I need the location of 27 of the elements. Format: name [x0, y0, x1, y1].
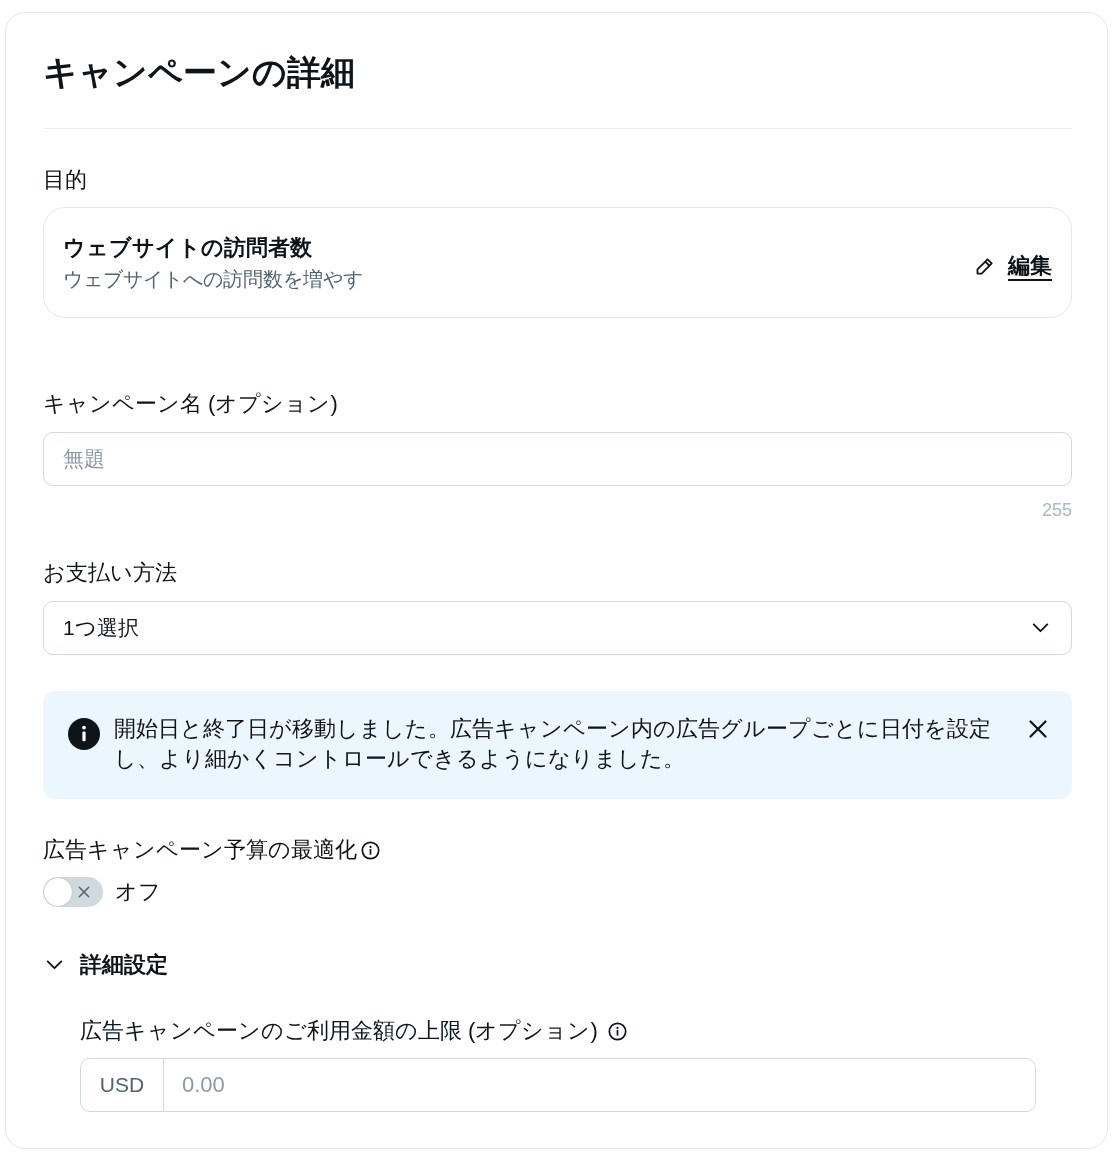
- payment-method-select[interactable]: 1つ選択: [43, 601, 1072, 655]
- character-counter: 255: [1040, 499, 1072, 522]
- field-label: 広告キャンペーン予算の最適化: [43, 836, 357, 864]
- edit-button[interactable]: 編集: [975, 251, 1052, 281]
- pencil-icon: [975, 256, 994, 276]
- field-label: キャンペーン名 (オプション): [43, 390, 339, 418]
- toggle-knob: [44, 878, 72, 906]
- info-icon: [68, 718, 100, 750]
- field-label: 目的: [43, 166, 88, 194]
- close-button[interactable]: [1029, 720, 1047, 738]
- toggle-switch[interactable]: [43, 877, 103, 907]
- advanced-settings-toggle[interactable]: 詳細設定: [43, 950, 168, 980]
- notice-text: 開始日と終了日が移動しました。広告キャンペーン内の広告グループごとに日付を設定し、より細かくコントロールできるようになりました。: [114, 715, 992, 773]
- cross-icon: [78, 886, 90, 898]
- field-label: お支払い方法: [43, 559, 178, 587]
- close-icon: [1029, 720, 1047, 738]
- field-label: 広告キャンペーンのご利用金額の上限 (オプション): [80, 1017, 598, 1045]
- spending-limit-field[interactable]: USD 0.00: [80, 1058, 1036, 1112]
- toggle-state-label: オフ: [115, 878, 161, 906]
- chevron-icon: [1032, 623, 1049, 633]
- chevron-icon: [46, 960, 63, 970]
- campaign-name-input[interactable]: 無題: [43, 432, 1072, 486]
- info-icon: [607, 1021, 627, 1041]
- info-icon: [361, 840, 380, 860]
- objective-title: ウェブサイトの訪問者数: [63, 234, 313, 262]
- objective-description: ウェブサイトへの訪問数を増やす: [63, 267, 364, 292]
- page-title: キャンペーンの詳細: [43, 52, 356, 92]
